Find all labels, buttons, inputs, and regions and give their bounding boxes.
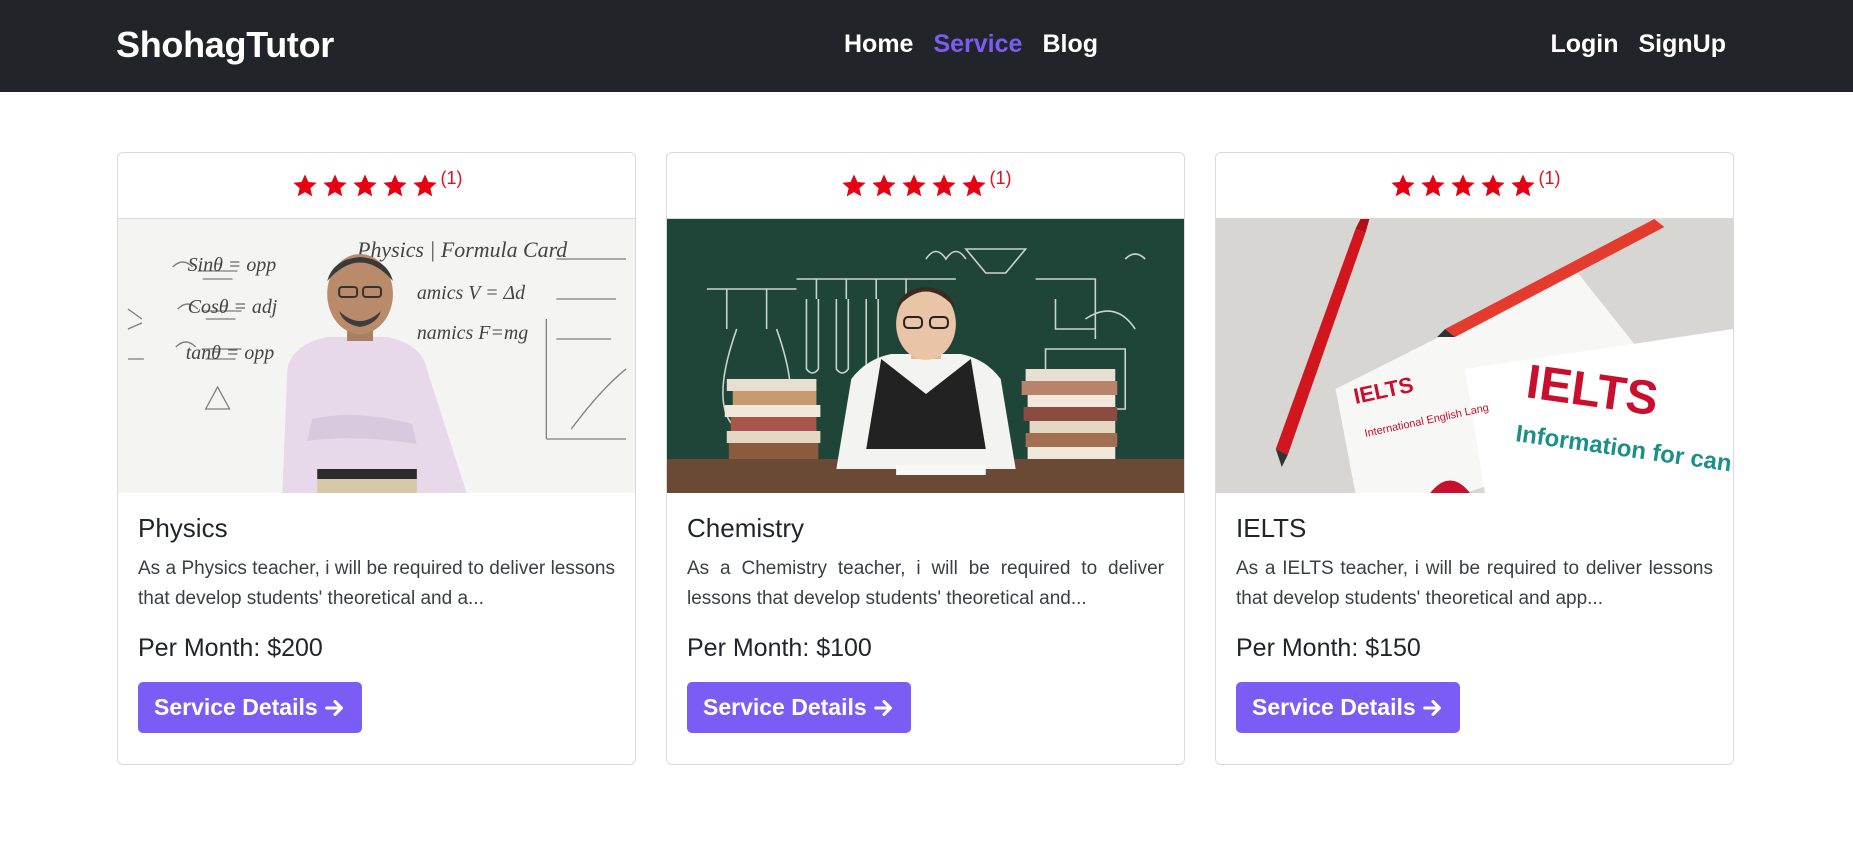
physics-teacher-image: Physics | Formula Card Sinθ = opp Cosθ =… [118,219,635,493]
star-icon [411,172,439,200]
service-details-button[interactable]: Service Details [687,682,911,733]
svg-text:Physics | Formula Card: Physics | Formula Card [356,237,568,262]
star-icon [1479,172,1507,200]
star-rating [1389,172,1537,200]
star-icon [1389,172,1417,200]
service-description: As a Physics teacher, i will be required… [138,558,615,609]
service-card-ielts: (1) IELTS International English Lang IEL… [1215,152,1734,765]
service-title: Physics [138,513,228,543]
svg-text:namics F=mg: namics F=mg [417,322,528,344]
rating-row: (1) [118,153,635,219]
top-navbar: ShohagTutor Home Service Blog Login Sign… [0,0,1853,92]
chemistry-teacher-image [667,219,1184,493]
service-cards: (1) Physics | Formula Card Sinθ = opp Co… [117,152,1734,765]
star-rating [291,172,439,200]
rating-count: (1) [440,168,463,188]
svg-text:Sinθ = opp: Sinθ = opp [188,254,277,276]
svg-text:Cosθ = adj: Cosθ = adj [188,296,278,318]
main-nav: Home Service Blog [844,30,1098,59]
service-title: Chemistry [687,513,805,543]
star-icon [351,172,379,200]
auth-nav: Login SignUp [1550,30,1726,59]
service-details-label: Service Details [154,694,318,720]
service-description: As a Chemistry teacher, i will be requir… [687,558,1164,609]
brand-logo[interactable]: ShohagTutor [116,24,334,66]
rating-row: (1) [667,153,1184,219]
star-icon [960,172,988,200]
service-details-button[interactable]: Service Details [1236,682,1460,733]
star-icon [1509,172,1537,200]
rating-row: (1) [1216,153,1733,219]
star-icon [321,172,349,200]
rating-count: (1) [1538,168,1561,188]
nav-home-link[interactable]: Home [844,30,913,59]
arrow-right-icon [873,697,895,719]
service-details-button[interactable]: Service Details [138,682,362,733]
nav-blog-link[interactable]: Blog [1042,30,1098,59]
service-price: Per Month: $200 [138,634,323,662]
star-icon [1419,172,1447,200]
arrow-right-icon [324,697,346,719]
service-title: IELTS [1236,513,1307,543]
signup-link[interactable]: SignUp [1639,30,1727,59]
login-link[interactable]: Login [1550,30,1618,59]
star-icon [381,172,409,200]
arrow-right-icon [1422,697,1444,719]
star-icon [291,172,319,200]
star-rating [840,172,988,200]
star-icon [930,172,958,200]
rating-count: (1) [989,168,1012,188]
star-icon [1449,172,1477,200]
star-icon [870,172,898,200]
star-icon [840,172,868,200]
service-description: As a IELTS teacher, i will be required t… [1236,558,1713,609]
svg-text:tanθ = opp: tanθ = opp [186,342,275,364]
service-details-label: Service Details [1252,694,1416,720]
service-card-chemistry: (1) Chemistry As a Chemistry teacher, i … [666,152,1185,765]
service-card-physics: (1) Physics | Formula Card Sinθ = opp Co… [117,152,636,765]
ielts-image: IELTS International English Lang IELTS I… [1216,219,1733,493]
service-price: Per Month: $100 [687,634,872,662]
nav-service-link[interactable]: Service [933,30,1022,59]
service-price: Per Month: $150 [1236,634,1421,662]
svg-text:amics V = Δd: amics V = Δd [417,282,526,304]
star-icon [900,172,928,200]
service-details-label: Service Details [703,694,867,720]
